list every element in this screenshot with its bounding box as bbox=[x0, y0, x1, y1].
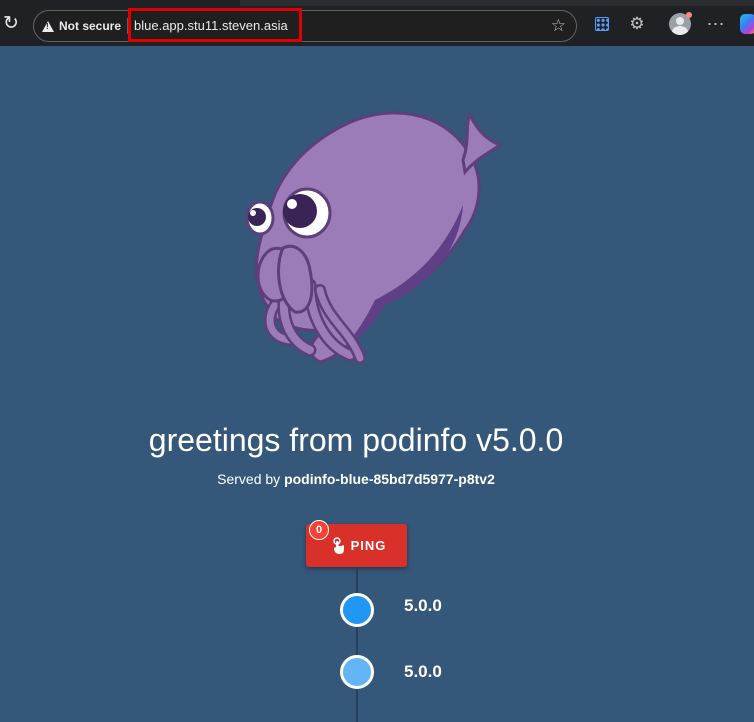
more-icon[interactable]: ⋯ bbox=[704, 13, 726, 35]
touch-icon bbox=[332, 536, 344, 554]
reload-icon[interactable]: ↻ bbox=[0, 13, 22, 35]
browser-toolbar: ↻ Not secure blue.app.stu11.steven.asia … bbox=[0, 0, 754, 46]
warning-icon bbox=[42, 20, 54, 32]
timeline-line bbox=[356, 568, 358, 722]
apps-icon[interactable] bbox=[592, 13, 612, 35]
security-label: Not secure bbox=[59, 19, 122, 33]
timeline-dot bbox=[340, 655, 374, 689]
ping-count-badge: 0 bbox=[309, 520, 329, 540]
url-highlight-box bbox=[128, 8, 302, 42]
timeline-version: 5.0.0 bbox=[404, 662, 442, 681]
copilot-icon[interactable] bbox=[740, 14, 754, 34]
profile-notification-dot bbox=[686, 12, 692, 18]
served-prefix: Served by bbox=[217, 471, 281, 487]
timeline-version: 5.0.0 bbox=[404, 596, 442, 615]
address-bar[interactable]: Not secure blue.app.stu11.steven.asia ☆ bbox=[33, 8, 577, 42]
ping-label: PING bbox=[350, 538, 387, 553]
star-icon[interactable]: ☆ bbox=[551, 11, 566, 41]
timeline-dot bbox=[340, 593, 374, 627]
podinfo-mascot-image bbox=[245, 111, 504, 364]
tab-strip-edge bbox=[240, 0, 754, 6]
site-info-button[interactable]: Not secure bbox=[42, 11, 121, 41]
page-title: greetings from podinfo v5.0.0 bbox=[148, 422, 564, 458]
extensions-icon[interactable]: ⚙ bbox=[626, 13, 648, 35]
served-host: podinfo-blue-85bd7d5977-p8tv2 bbox=[284, 471, 495, 487]
served-by-text: Served by podinfo-blue-85bd7d5977-p8tv2 bbox=[0, 470, 712, 488]
